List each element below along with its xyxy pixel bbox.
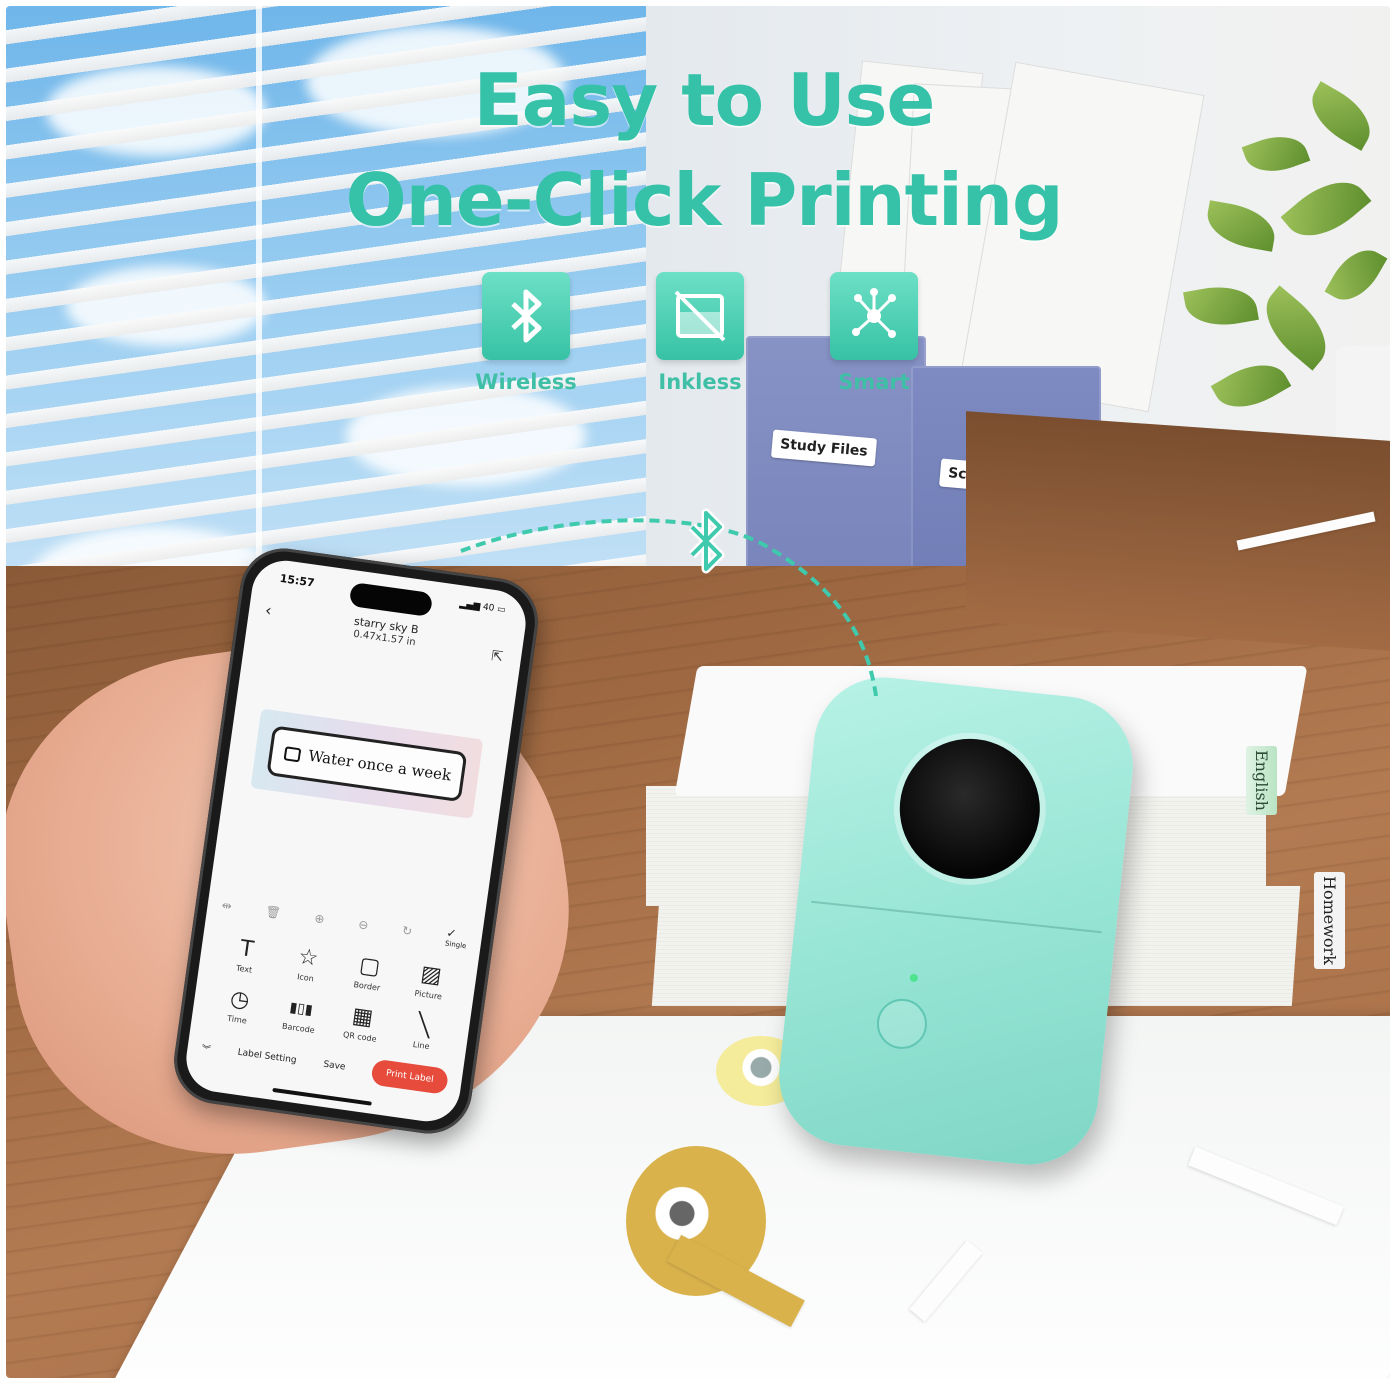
feature-label-smart: Smart [838,370,910,394]
zoom-in-icon[interactable]: ⊕ [314,911,326,926]
save-button[interactable]: Save [323,1060,346,1073]
tool-line[interactable]: ╲ Line [390,1009,457,1054]
tool-icon[interactable]: ☆ Icon [274,941,341,986]
status-time: 15:57 [278,571,316,590]
status-indicators: ▂▄▆ 40 ▭ [458,599,507,616]
print-label-button[interactable]: Print Label [370,1058,450,1095]
tool-text[interactable]: T Text [213,933,280,978]
tool-qr-code[interactable]: ▦ QR code [328,1000,395,1045]
single-select-icon[interactable]: ✓ Single [444,926,468,951]
feature-wireless: Wireless [446,272,606,394]
product-scene: Study Files Science Books English Homewo… [6,6,1390,1378]
headline-line-2: One-Click Printing [345,158,1063,242]
bluetooth-icon [688,508,725,574]
inkless-icon [656,272,744,360]
network-icon [830,272,918,360]
phone-screen: 15:57 ▂▄▆ 40 ▭ ‹ starry sky B 0.47x1.57 … [182,556,530,1126]
tool-grid: T Text ☆ Icon ▢ Border ▨ Picture ◷ Time ▮▯▮ Ba… [206,933,464,1055]
watering-can-icon [283,746,303,762]
rotate-icon[interactable]: ↻ [401,923,413,938]
delete-icon[interactable]: 🗑 [265,904,282,920]
tool-border[interactable]: ▢ Border [336,950,403,995]
feature-smart: Smart [794,272,954,394]
headline-line-1: Easy to Use [473,58,936,142]
tool-time[interactable]: ◷ Time [206,983,273,1028]
label-preview[interactable]: Water once a week [250,708,484,819]
feature-label-wireless: Wireless [475,370,577,394]
label-setting-button[interactable]: Label Setting [237,1048,297,1066]
collapse-icon[interactable]: ︾ [201,1041,212,1055]
zoom-out-icon[interactable]: ⊖ [357,917,369,932]
share-icon[interactable]: ⇱ [490,648,504,665]
align-icon[interactable]: ⇹ [221,898,233,913]
feature-label-inkless: Inkless [658,370,742,394]
feature-inkless: Inkless [620,272,780,394]
bluetooth-icon [482,272,570,360]
label-text: Water once a week [307,746,453,785]
tool-barcode[interactable]: ▮▯▮ Barcode [267,992,334,1037]
tool-picture[interactable]: ▨ Picture [397,959,464,1004]
